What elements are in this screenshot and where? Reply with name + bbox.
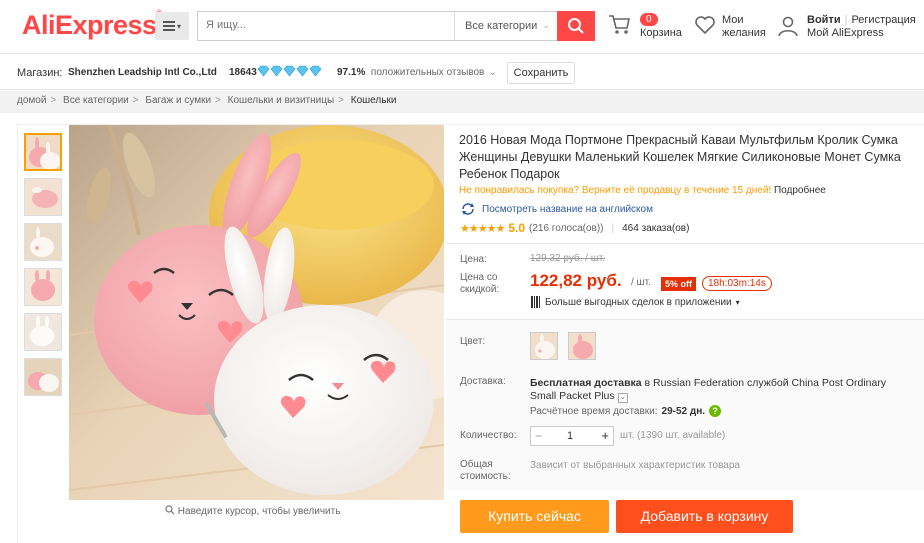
save-store-button[interactable]: Сохранить — [507, 62, 575, 84]
search-button[interactable] — [557, 11, 595, 41]
magnifier-icon — [165, 505, 175, 515]
returns-more-link[interactable]: Подробнее — [774, 185, 826, 196]
color-label: Цвет: — [460, 336, 486, 347]
help-icon[interactable]: ? — [709, 405, 722, 417]
menu-icon — [162, 21, 175, 31]
store-rank-diamonds — [257, 65, 323, 77]
discount-price: 122,82 руб. — [530, 271, 622, 290]
thumbnail-list — [24, 133, 62, 403]
rating-stars-icon: ★★★★★ — [460, 222, 505, 235]
heart-icon — [695, 16, 715, 35]
delivery-label: Доставка: — [460, 376, 506, 387]
user-icon — [778, 16, 798, 37]
account-area: Войти | Регистрация Мой AliExpress — [777, 12, 924, 42]
english-title-link[interactable]: Посмотреть название на английском — [460, 202, 653, 216]
orders-count: 464 заказа(ов) — [622, 222, 690, 234]
store-bar: Магазин: Shenzhen Leadship Intl Co.,Ltd … — [0, 54, 924, 90]
signin-link[interactable]: Войти — [807, 14, 841, 26]
buy-now-button[interactable]: Купить сейчас — [460, 500, 609, 533]
search-category-select[interactable]: Все категории ⌄ — [454, 12, 558, 40]
cart-count-badge: 0 — [640, 13, 658, 26]
search-category-label: Все категории — [465, 20, 538, 32]
votes-link[interactable]: (216 голоса(ов)) — [529, 223, 604, 234]
store-score: 18643 — [229, 67, 257, 78]
rating-row: ★★★★★ 5.0 (216 голоса(ов)) | 464 заказа(… — [460, 221, 690, 235]
color-swatch-1[interactable] — [530, 332, 558, 360]
thumbnail-1[interactable] — [24, 133, 62, 171]
translate-icon — [462, 203, 474, 215]
price-label: Цена: — [460, 254, 487, 265]
product-main-image[interactable] — [69, 125, 444, 500]
chevron-down-icon: ▾ — [735, 297, 740, 307]
divider — [446, 243, 924, 244]
aliexpress-logo[interactable]: AliExpress® — [22, 10, 162, 41]
wishlist-label: Мои желания — [722, 14, 766, 39]
zoom-hint: Наведите курсор, чтобы увеличить — [165, 505, 340, 517]
chevron-down-icon: ⌄ — [488, 67, 497, 78]
delivery-method[interactable]: Бесплатная доставка в Russian Federation… — [530, 377, 900, 403]
quantity-available: шт. (1390 шт. available) — [620, 430, 726, 441]
product-photo — [69, 125, 444, 500]
thumbnail-3[interactable] — [24, 223, 62, 261]
quantity-stepper: − 1 + — [530, 426, 614, 446]
old-price: 129,32 руб. / шт. — [530, 253, 606, 264]
delivery-time: Расчётное время доставки: 29-52 дн.? — [530, 405, 722, 417]
breadcrumb-wallets[interactable]: Кошельки — [351, 95, 397, 106]
quantity-decrease-button[interactable]: − — [535, 429, 542, 443]
wishlist-link[interactable]: Мои желания — [694, 12, 774, 42]
thumbnail-4[interactable] — [24, 268, 62, 306]
thumbnail-2[interactable] — [24, 178, 62, 216]
store-name-link[interactable]: Shenzhen Leadship Intl Co.,Ltd — [68, 67, 217, 78]
product-info: 2016 Новая Мода Портмоне Прекрасный Кава… — [459, 132, 914, 183]
breadcrumb-all-categories[interactable]: Все категории — [63, 95, 129, 106]
my-aliexpress-link[interactable]: Мой AliExpress — [807, 27, 884, 39]
search-input[interactable] — [206, 19, 446, 31]
site-header: AliExpress® ▾ Все категории ⌄ 0 Корзина … — [0, 0, 924, 54]
returns-notice: Не понравилась покупка? Верните её прода… — [459, 185, 826, 196]
search-icon — [568, 18, 584, 34]
category-menu-button[interactable]: ▾ — [155, 12, 189, 40]
breadcrumb: домой > Все категории > Багаж и сумки > Кош… — [0, 91, 924, 113]
color-swatch-2[interactable] — [568, 332, 596, 360]
register-link[interactable]: Регистрация — [851, 14, 915, 26]
cart-icon — [609, 15, 630, 34]
breadcrumb-wallets-cardholders[interactable]: Кошельки и визитницы — [228, 95, 334, 106]
quantity-label: Количество: — [460, 430, 517, 441]
discount-badge: 5% off — [661, 277, 696, 291]
breadcrumb-home[interactable]: домой — [17, 95, 46, 106]
search-bar: Все категории ⌄ — [197, 11, 595, 41]
positive-feedback: 97.1% положительных отзывов ⌄ — [337, 67, 497, 78]
total-value: Зависит от выбранных характеристик товар… — [530, 460, 740, 471]
thumbnail-6[interactable] — [24, 358, 62, 396]
chevron-down-icon: ⌄ — [542, 20, 550, 30]
app-deals-link[interactable]: Больше выгодных сделок в приложении ▾ — [531, 296, 740, 308]
rating-value: 5.0 — [508, 221, 525, 235]
cart-label: Корзина — [640, 27, 682, 39]
chevron-down-icon[interactable]: ⌄ — [617, 393, 628, 403]
barcode-icon — [531, 296, 540, 308]
cart-link[interactable]: 0 Корзина — [608, 12, 688, 42]
price-unit: / шт. — [631, 277, 651, 288]
quantity-increase-button[interactable]: + — [601, 428, 609, 443]
total-label: Общая стоимость: — [460, 459, 511, 482]
thumbnail-5[interactable] — [24, 313, 62, 351]
discount-price-label: Цена со скидкой: — [460, 272, 500, 295]
chevron-down-icon: ▾ — [176, 21, 181, 31]
quantity-value[interactable]: 1 — [567, 430, 573, 442]
product-title: 2016 Новая Мода Портмоне Прекрасный Кава… — [459, 133, 901, 181]
breadcrumb-luggage[interactable]: Багаж и сумки — [145, 95, 211, 106]
diamond-icon — [257, 65, 322, 77]
discount-timer: 18h:03m:14s — [702, 276, 772, 291]
add-to-cart-button[interactable]: Добавить в корзину — [616, 500, 793, 533]
store-label: Магазин: — [17, 67, 63, 79]
